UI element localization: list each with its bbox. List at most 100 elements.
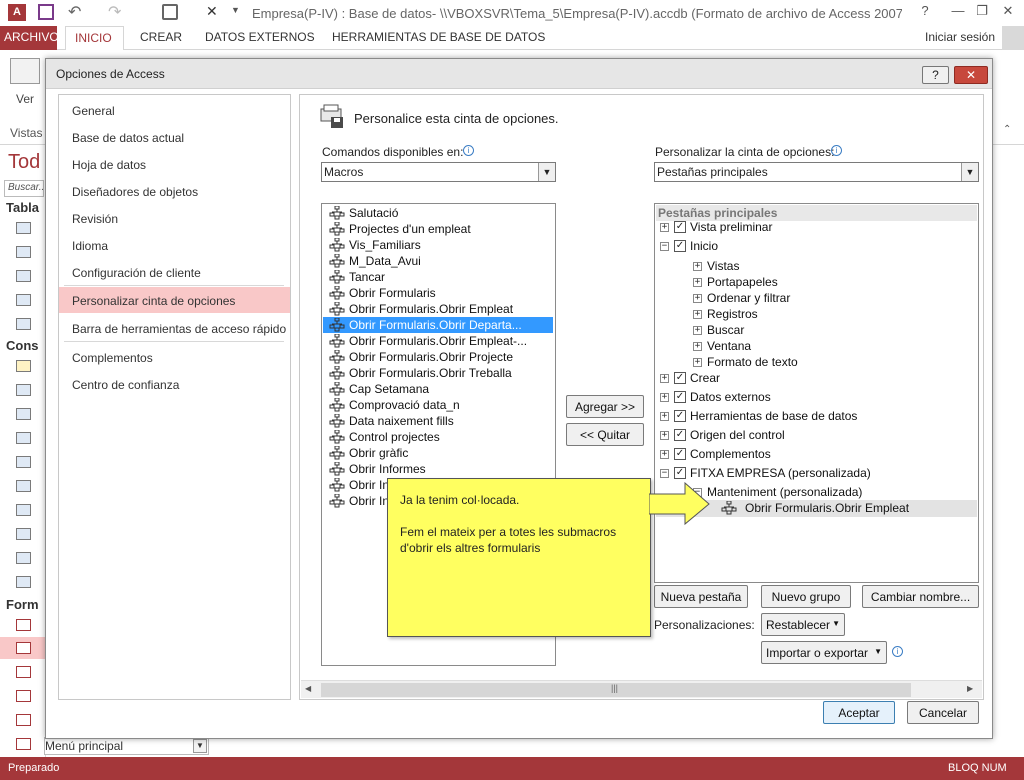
tree-item-label[interactable]: Registros [707,307,758,323]
table-icon[interactable] [16,246,31,258]
tab-inicio[interactable]: INICIO [65,26,124,51]
tree-item-label[interactable]: Complementos [690,447,771,463]
form-icon[interactable] [16,642,31,654]
table-icon[interactable] [16,222,31,234]
tree-item-label[interactable]: Obrir Formularis.Obrir Empleat [745,501,909,517]
tab-checkbox[interactable]: ✓ [674,448,686,460]
tab-archivo[interactable]: ARCHIVO [0,26,59,50]
horizontal-scrollbar[interactable]: ◀ ||| ▶ [301,680,982,698]
tree-item-label[interactable]: Herramientas de base de datos [690,409,857,425]
category-general[interactable]: General [59,97,290,123]
tab-herramientas[interactable]: HERRAMIENTAS DE BASE DE DATOS [332,30,545,44]
collapse-icon[interactable]: − [660,469,669,478]
table-icon[interactable] [16,294,31,306]
query-icon[interactable] [16,384,31,396]
tree-item-label[interactable]: Formato de texto [707,355,798,371]
expand-icon[interactable]: + [693,310,702,319]
command-item[interactable]: Obrir Formularis.Obrir Empleat [323,301,553,317]
form-icon[interactable] [16,666,31,678]
command-item[interactable]: Salutació [323,205,553,221]
undo-icon[interactable]: ↶ [68,2,81,22]
view-label[interactable]: Ver [16,92,34,106]
expand-icon[interactable]: + [660,223,669,232]
query-icon[interactable] [16,408,31,420]
commands-source-select[interactable]: Macros ▼ [321,162,556,182]
new-tab-button[interactable]: Nueva pestaña [654,585,748,608]
redo-icon[interactable]: ↷ [108,2,121,22]
help-button[interactable]: ? [922,66,949,84]
expand-icon[interactable]: + [693,262,702,271]
customize-tabs-select[interactable]: Pestañas principales ▼ [654,162,979,182]
command-item[interactable]: Obrir gràfic [323,445,553,461]
tab-datos-externos[interactable]: DATOS EXTERNOS [205,30,315,44]
tree-item-label[interactable]: Portapapeles [707,275,778,291]
query-icon[interactable] [16,456,31,468]
close-window-icon[interactable]: ✕ [995,3,1021,19]
tab-checkbox[interactable]: ✓ [674,467,686,479]
command-item[interactable]: Obrir Formularis.Obrir Projecte [323,349,553,365]
query-icon[interactable] [16,480,31,492]
command-item[interactable]: Tancar [323,269,553,285]
tree-item-label[interactable]: Manteniment (personalizada) [707,485,862,501]
command-item[interactable]: Obrir Informes [323,461,553,477]
expand-icon[interactable]: + [693,358,702,367]
category-add-ins[interactable]: Complementos [59,344,290,370]
nav-section-forms[interactable]: Form [6,597,39,612]
form-icon[interactable] [16,714,31,726]
tab-checkbox[interactable]: ✓ [674,429,686,441]
menu-principal-field[interactable]: Menú principal ▼ [44,737,209,755]
reset-button[interactable]: Restablecer ▼ [761,613,845,636]
command-item[interactable]: Cap Setamana [323,381,553,397]
import-export-button[interactable]: Importar o exportar ▼ [761,641,887,664]
tab-checkbox[interactable]: ✓ [674,240,686,252]
add-button[interactable]: Agregar >> [566,395,644,418]
tab-checkbox[interactable]: ✓ [674,410,686,422]
command-item[interactable]: Projectes d'un empleat [323,221,553,237]
table-icon[interactable] [16,318,31,330]
command-item[interactable]: M_Data_Avui [323,253,553,269]
cancel-button[interactable]: Cancelar [907,701,979,724]
expand-icon[interactable]: + [693,326,702,335]
category-quick-access[interactable]: Barra de herramientas de acceso rápido [59,315,290,341]
scroll-left-icon[interactable]: ◀ [305,684,311,693]
query-icon[interactable] [16,552,31,564]
category-datasheet[interactable]: Hoja de datos [59,151,290,177]
command-item[interactable]: Obrir Formularis.Obrir Departa... [323,317,553,333]
minimize-icon[interactable]: — [945,3,971,18]
nav-title[interactable]: Tod [8,151,40,174]
ok-button[interactable]: Aceptar [823,701,895,724]
tree-item-label[interactable]: Vista preliminar [690,220,772,236]
signin-link[interactable]: Iniciar sesión [925,30,995,44]
scrollbar-thumb[interactable]: ||| [321,683,911,697]
tree-item-label[interactable]: Crear [690,371,720,387]
nav-search-input[interactable]: Buscar... [4,180,44,197]
expand-icon[interactable]: + [660,412,669,421]
query-icon[interactable] [16,576,31,588]
new-group-button[interactable]: Nuevo grupo [761,585,851,608]
restore-icon[interactable]: ❐ [969,3,995,19]
query-icon[interactable] [16,504,31,516]
chevron-down-icon[interactable]: ▼ [193,739,207,753]
form-icon[interactable] [16,690,31,702]
tree-item-label[interactable]: Vistas [707,259,739,275]
category-object-designers[interactable]: Diseñadores de objetos [59,178,290,204]
tab-checkbox[interactable]: ✓ [674,391,686,403]
tree-item-label[interactable]: Ordenar y filtrar [707,291,790,307]
command-item[interactable]: Obrir Formularis.Obrir Treballa [323,365,553,381]
expand-icon[interactable]: + [693,278,702,287]
close-icon[interactable]: ✕ [954,66,988,84]
category-language[interactable]: Idioma [59,232,290,258]
expand-icon[interactable]: + [660,431,669,440]
query-icon[interactable] [16,360,31,372]
ribbon-tree[interactable]: Pestañas principales + ✓ Vista preliminar −… [654,203,979,583]
ribbon-collapse-icon[interactable]: ⌃ [1003,124,1011,135]
command-item[interactable]: Control projectes [323,429,553,445]
remove-button[interactable]: << Quitar [566,423,644,446]
view-icon[interactable] [10,58,40,84]
timer-icon[interactable] [162,4,178,20]
command-item[interactable]: Vis_Familiars [323,237,553,253]
command-item[interactable]: Comprovació data_n [323,397,553,413]
expand-icon[interactable]: + [660,393,669,402]
expand-icon[interactable]: + [660,374,669,383]
user-avatar[interactable] [1002,26,1024,50]
